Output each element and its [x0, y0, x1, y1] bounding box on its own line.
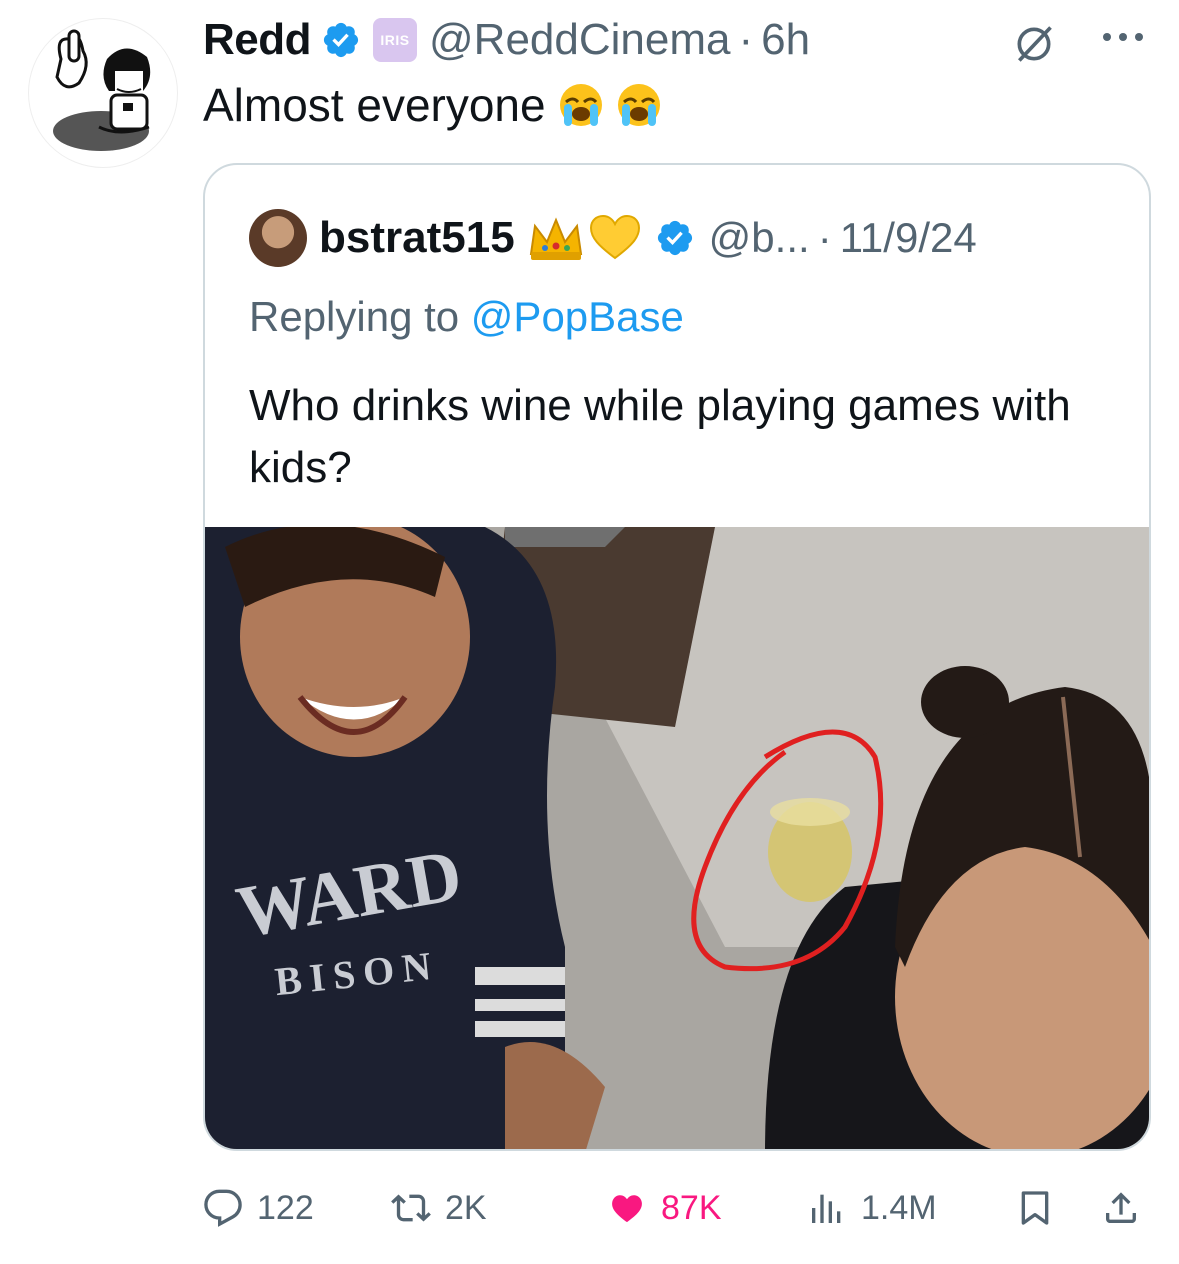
verified-badge-icon	[323, 22, 359, 58]
reply-button[interactable]: 122	[203, 1180, 314, 1236]
quoted-author-handle[interactable]: @b...	[709, 214, 810, 262]
tweet-text: Almost everyone	[203, 79, 546, 131]
quoted-tweet-date[interactable]: 11/9/24	[840, 214, 977, 262]
quoted-tweet-header: bstrat515 @b... · 11/9/24	[249, 209, 977, 267]
replying-to-line: Replying to @PopBase	[249, 293, 684, 341]
separator-dot: ·	[817, 214, 832, 261]
reply-count: 122	[257, 1188, 314, 1227]
views-chart-icon	[812, 1194, 841, 1223]
author-display-name[interactable]: Redd	[203, 15, 312, 65]
loudly-crying-face-emoji-icon	[559, 84, 602, 126]
view-count: 1.4M	[861, 1188, 937, 1227]
bookmark-icon	[1021, 1191, 1049, 1225]
like-count: 87K	[661, 1188, 722, 1227]
crown-emoji-icon	[529, 217, 582, 260]
quoted-author-avatar[interactable]	[249, 209, 307, 267]
quoted-tweet-text: Who drinks wine while playing games with…	[249, 381, 1071, 492]
views-button[interactable]: 1.4M	[807, 1180, 937, 1236]
tweet-body: Almost everyone	[203, 78, 662, 132]
repost-count: 2K	[445, 1188, 487, 1227]
tweet-time[interactable]: 6h	[761, 15, 810, 65]
replying-mention-link[interactable]: @PopBase	[471, 293, 684, 340]
iris-badge: IRIS	[373, 18, 417, 62]
quoted-tweet-photo[interactable]: WARD BISON	[205, 527, 1149, 1149]
heart-icon	[612, 1195, 642, 1223]
quoted-author-display-name[interactable]: bstrat515	[319, 213, 515, 263]
more-options-icon[interactable]	[1100, 30, 1146, 44]
share-button[interactable]	[1101, 1180, 1141, 1236]
author-handle[interactable]: @ReddCinema	[429, 15, 730, 65]
repost-icon	[391, 1194, 431, 1222]
separator-dot: ·	[738, 15, 754, 64]
yellow-heart-emoji-icon	[589, 214, 640, 260]
grok-icon[interactable]	[1012, 22, 1056, 66]
loudly-crying-face-emoji-icon	[617, 84, 660, 126]
bookmark-button[interactable]	[1015, 1180, 1055, 1236]
tweet-header: Redd IRIS @ReddCinema · 6h	[203, 12, 810, 68]
repost-button[interactable]: 2K	[391, 1180, 487, 1236]
quoted-tweet[interactable]: bstrat515 @b... · 11/9/24 Replying to @P…	[203, 163, 1151, 1151]
share-icon	[1106, 1192, 1136, 1223]
reply-icon	[204, 1189, 242, 1227]
verified-badge-icon	[657, 220, 692, 256]
like-button[interactable]: 87K	[607, 1180, 722, 1236]
author-avatar[interactable]	[28, 18, 178, 168]
replying-prefix: Replying to	[249, 293, 460, 340]
tweet-action-bar: 122 2K 87K 1.4M	[203, 1180, 1151, 1236]
